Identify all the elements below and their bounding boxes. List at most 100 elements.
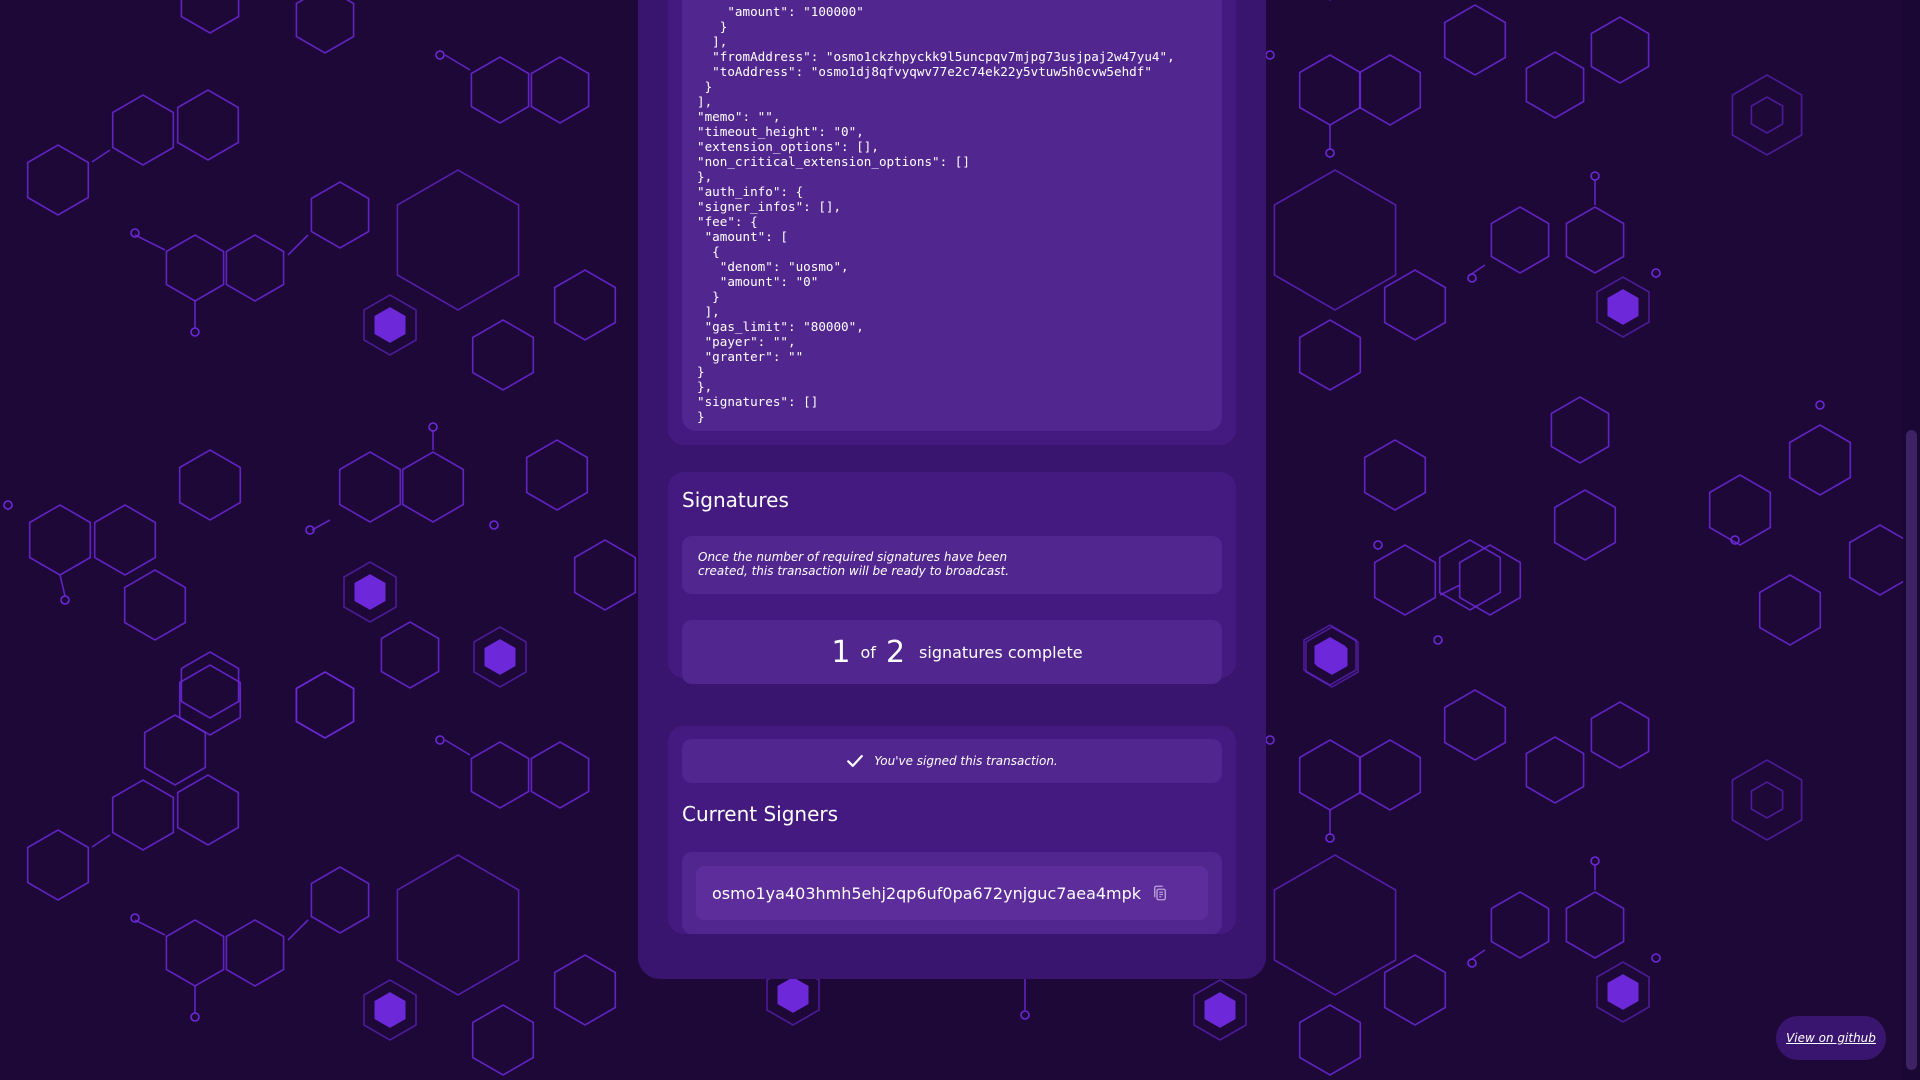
- hexagon-decoration: [93, 504, 157, 576]
- atom-dot-decoration: [1651, 268, 1661, 278]
- atom-dot-decoration: [435, 50, 445, 60]
- hexagon-decoration: [1298, 739, 1362, 811]
- hexagon-decoration: [143, 714, 207, 786]
- atom-dot-decoration: [1373, 540, 1383, 550]
- atom-dot-decoration: [489, 520, 499, 530]
- bond-line-decoration: [287, 919, 309, 941]
- hexagon-decoration: [1298, 1004, 1362, 1076]
- hexagon-decoration: [1788, 424, 1852, 496]
- hexagon-decoration: [1363, 439, 1427, 511]
- hexagon-decoration: [165, 234, 225, 302]
- hexagon-decoration: [1383, 269, 1447, 341]
- transaction-json-box: "amount": "100000" } ], "fromAddress": "…: [682, 0, 1222, 431]
- hexagon-decoration: [471, 319, 535, 391]
- hexagon-decoration: [180, 651, 240, 719]
- filled-hexagon-decoration: [1316, 639, 1348, 675]
- hexagon-decoration: [225, 919, 285, 987]
- copy-icon[interactable]: [1151, 884, 1169, 902]
- hexagon-decoration: [1750, 96, 1784, 134]
- hexagon-decoration: [176, 89, 240, 161]
- filled-hexagon-decoration: [374, 992, 406, 1028]
- hexagon-decoration: [165, 919, 225, 987]
- atom-dot-decoration: [1265, 50, 1275, 60]
- hexagon-decoration: [1550, 396, 1610, 464]
- hexagon-decoration: [471, 1004, 535, 1076]
- atom-dot-decoration: [1651, 953, 1661, 963]
- signatures-info-text: Once the number of required signatures h…: [698, 550, 1010, 578]
- filled-hexagon-decoration: [777, 977, 809, 1013]
- hexagon-decoration: [1273, 854, 1397, 996]
- transaction-json: "amount": "100000" } ], "fromAddress": "…: [697, 4, 1175, 424]
- atom-dot-decoration: [1590, 171, 1600, 181]
- hexagon-decoration: [1590, 16, 1650, 84]
- signed-count: 1: [831, 634, 851, 670]
- hexagon-decoration: [525, 439, 589, 511]
- filled-hexagon-decoration: [484, 639, 516, 675]
- hexagon-decoration: [1758, 574, 1822, 646]
- atom-dot-decoration: [3, 500, 13, 510]
- hexagon-decoration: [295, 671, 355, 739]
- signatures-info-box: Once the number of required signatures h…: [682, 536, 1222, 594]
- required-count: 2: [885, 634, 906, 670]
- hexagon-decoration: [225, 234, 285, 302]
- atom-dot-decoration: [435, 735, 445, 745]
- hexagon-decoration: [1553, 489, 1617, 561]
- bond-line-decoration: [444, 739, 471, 756]
- atom-dot-decoration: [1020, 1010, 1030, 1020]
- hexagon-decoration: [1358, 54, 1422, 126]
- hexagon-decoration: [1373, 544, 1437, 616]
- atom-dot-decoration: [428, 422, 438, 432]
- check-icon: [847, 755, 864, 767]
- hexagon-decoration: [111, 779, 175, 851]
- hexagon-decoration: [1273, 169, 1397, 311]
- atom-dot-decoration: [190, 327, 200, 337]
- hexagon-decoration: [573, 539, 637, 611]
- signatures-section: Signatures Once the number of required s…: [668, 472, 1236, 684]
- atom-dot-decoration: [1467, 958, 1477, 968]
- hexagon-decoration: [396, 854, 520, 996]
- bond-line-decoration: [444, 54, 471, 71]
- hexagon-decoration: [295, 671, 355, 739]
- signature-count-box: 1 of 2 signatures complete: [682, 620, 1222, 684]
- signer-item: osmo1ya403hmh5ehj2qp6uf0pa672ynjguc7aea4…: [696, 866, 1208, 920]
- signature-count-of-label: of: [860, 642, 876, 662]
- hexagon-decoration: [1443, 4, 1507, 76]
- hexagon-decoration: [1298, 319, 1362, 391]
- atom-dot-decoration: [1433, 635, 1443, 645]
- view-on-github-button[interactable]: View on github: [1776, 1016, 1886, 1060]
- hexagon-decoration: [176, 774, 240, 846]
- bond-line-decoration: [134, 234, 166, 251]
- page-scrollbar[interactable]: [1903, 0, 1920, 1080]
- hexagon-decoration: [1565, 891, 1625, 959]
- hexagon-decoration: [470, 741, 530, 809]
- current-signers-title: Current Signers: [682, 802, 839, 826]
- hexagon-decoration: [530, 741, 590, 809]
- hexagon-decoration: [553, 954, 617, 1026]
- filled-hexagon-decoration: [374, 307, 406, 343]
- scrollbar-thumb[interactable]: [1906, 430, 1917, 1070]
- signed-status-text: You've signed this transaction.: [874, 754, 1058, 768]
- atom-dot-decoration: [190, 1012, 200, 1022]
- hexagon-decoration: [1298, 54, 1362, 126]
- hexagon-decoration: [1490, 891, 1550, 959]
- bond-line-decoration: [287, 234, 309, 256]
- signer-address: osmo1ya403hmh5ehj2qp6uf0pa672ynjguc7aea4…: [712, 883, 1142, 903]
- atom-dot-decoration: [1467, 273, 1477, 283]
- hexagon-decoration: [1525, 736, 1585, 804]
- filled-hexagon-decoration: [1607, 289, 1639, 325]
- hexagon-decoration: [295, 0, 355, 54]
- hexagon-decoration: [530, 56, 590, 124]
- signers-section: You've signed this transaction. Current …: [668, 726, 1236, 934]
- filled-hexagon-decoration: [1607, 974, 1639, 1010]
- hexagon-decoration: [1458, 544, 1522, 616]
- bond-line-decoration: [59, 574, 66, 597]
- filled-hexagon-decoration: [1204, 992, 1236, 1028]
- signatures-title: Signatures: [682, 488, 789, 512]
- hexagon-decoration: [396, 169, 520, 311]
- hexagon-decoration: [1490, 206, 1550, 274]
- hexagon-decoration: [310, 181, 370, 249]
- bond-line-decoration: [1439, 584, 1461, 596]
- signed-status-bar: You've signed this transaction.: [682, 739, 1222, 783]
- hexagon-decoration: [1565, 206, 1625, 274]
- hexagon-decoration: [1443, 689, 1507, 761]
